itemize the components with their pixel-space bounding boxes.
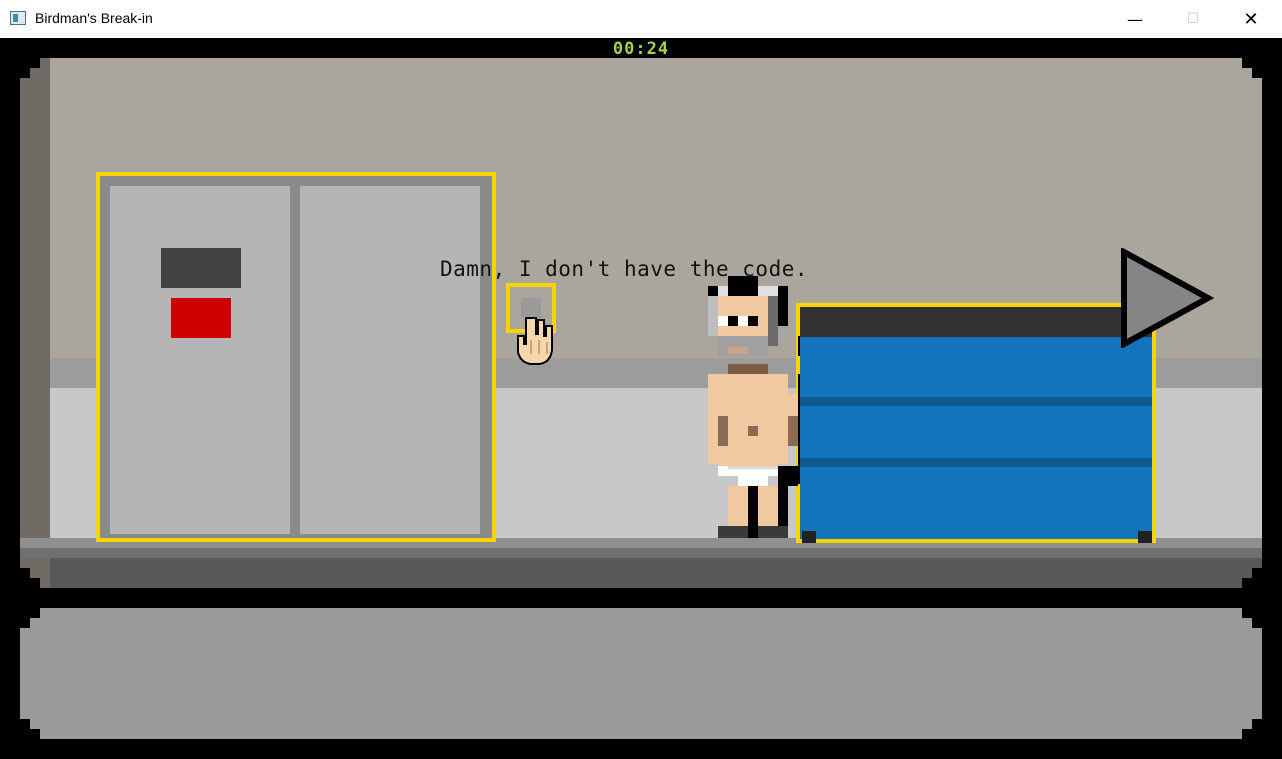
frame-corner — [20, 719, 30, 729]
dumpster-wheel — [1138, 531, 1152, 543]
frame-corner — [20, 568, 30, 578]
frame-corner — [1252, 618, 1262, 628]
dumpster-lid — [800, 307, 1152, 337]
timer: 00:24 — [612, 39, 670, 59]
window-title: Birdman's Break-in — [35, 10, 153, 26]
frame-corner — [20, 68, 30, 78]
hand-cursor-icon — [517, 317, 553, 365]
frame-corner — [1252, 719, 1262, 729]
player-character[interactable] — [688, 276, 800, 538]
maximize-button[interactable]: ☐ — [1164, 0, 1222, 38]
frame-corner — [20, 618, 30, 628]
title-bar: Birdman's Break-in — ☐ ✕ — [0, 0, 1282, 39]
frame-corner — [1242, 608, 1262, 618]
floor-edge — [20, 548, 1262, 558]
dumpster-hotspot[interactable] — [796, 303, 1156, 543]
frame-corner — [1252, 68, 1262, 78]
elevator-hotspot[interactable] — [96, 172, 496, 542]
close-button[interactable]: ✕ — [1222, 0, 1280, 38]
elevator-door-right — [300, 186, 480, 534]
frame-corner — [1242, 729, 1262, 739]
app-icon — [10, 11, 26, 25]
inventory-panel[interactable] — [20, 608, 1262, 739]
left-wall — [20, 58, 50, 588]
game-viewport: 00:24 Damn, I don't have the code. — [0, 38, 1282, 759]
elevator-door-left — [110, 186, 290, 534]
elevator-light — [171, 298, 231, 338]
frame-corner — [1252, 568, 1262, 578]
dumpster-wheel — [802, 531, 816, 543]
exit-arrow-icon[interactable] — [1120, 248, 1215, 348]
frame-corner — [1242, 58, 1262, 68]
elevator-display — [161, 248, 241, 288]
floor-shadow — [50, 558, 1262, 588]
frame-corner — [1242, 578, 1262, 588]
dumpster-rib — [800, 397, 1152, 406]
frame-corner — [20, 608, 40, 618]
minimize-button[interactable]: — — [1106, 0, 1164, 38]
frame-corner — [20, 58, 40, 68]
frame-corner — [20, 578, 40, 588]
frame-corner — [20, 729, 40, 739]
dumpster-rib — [800, 458, 1152, 467]
scene: Damn, I don't have the code. — [20, 58, 1262, 588]
